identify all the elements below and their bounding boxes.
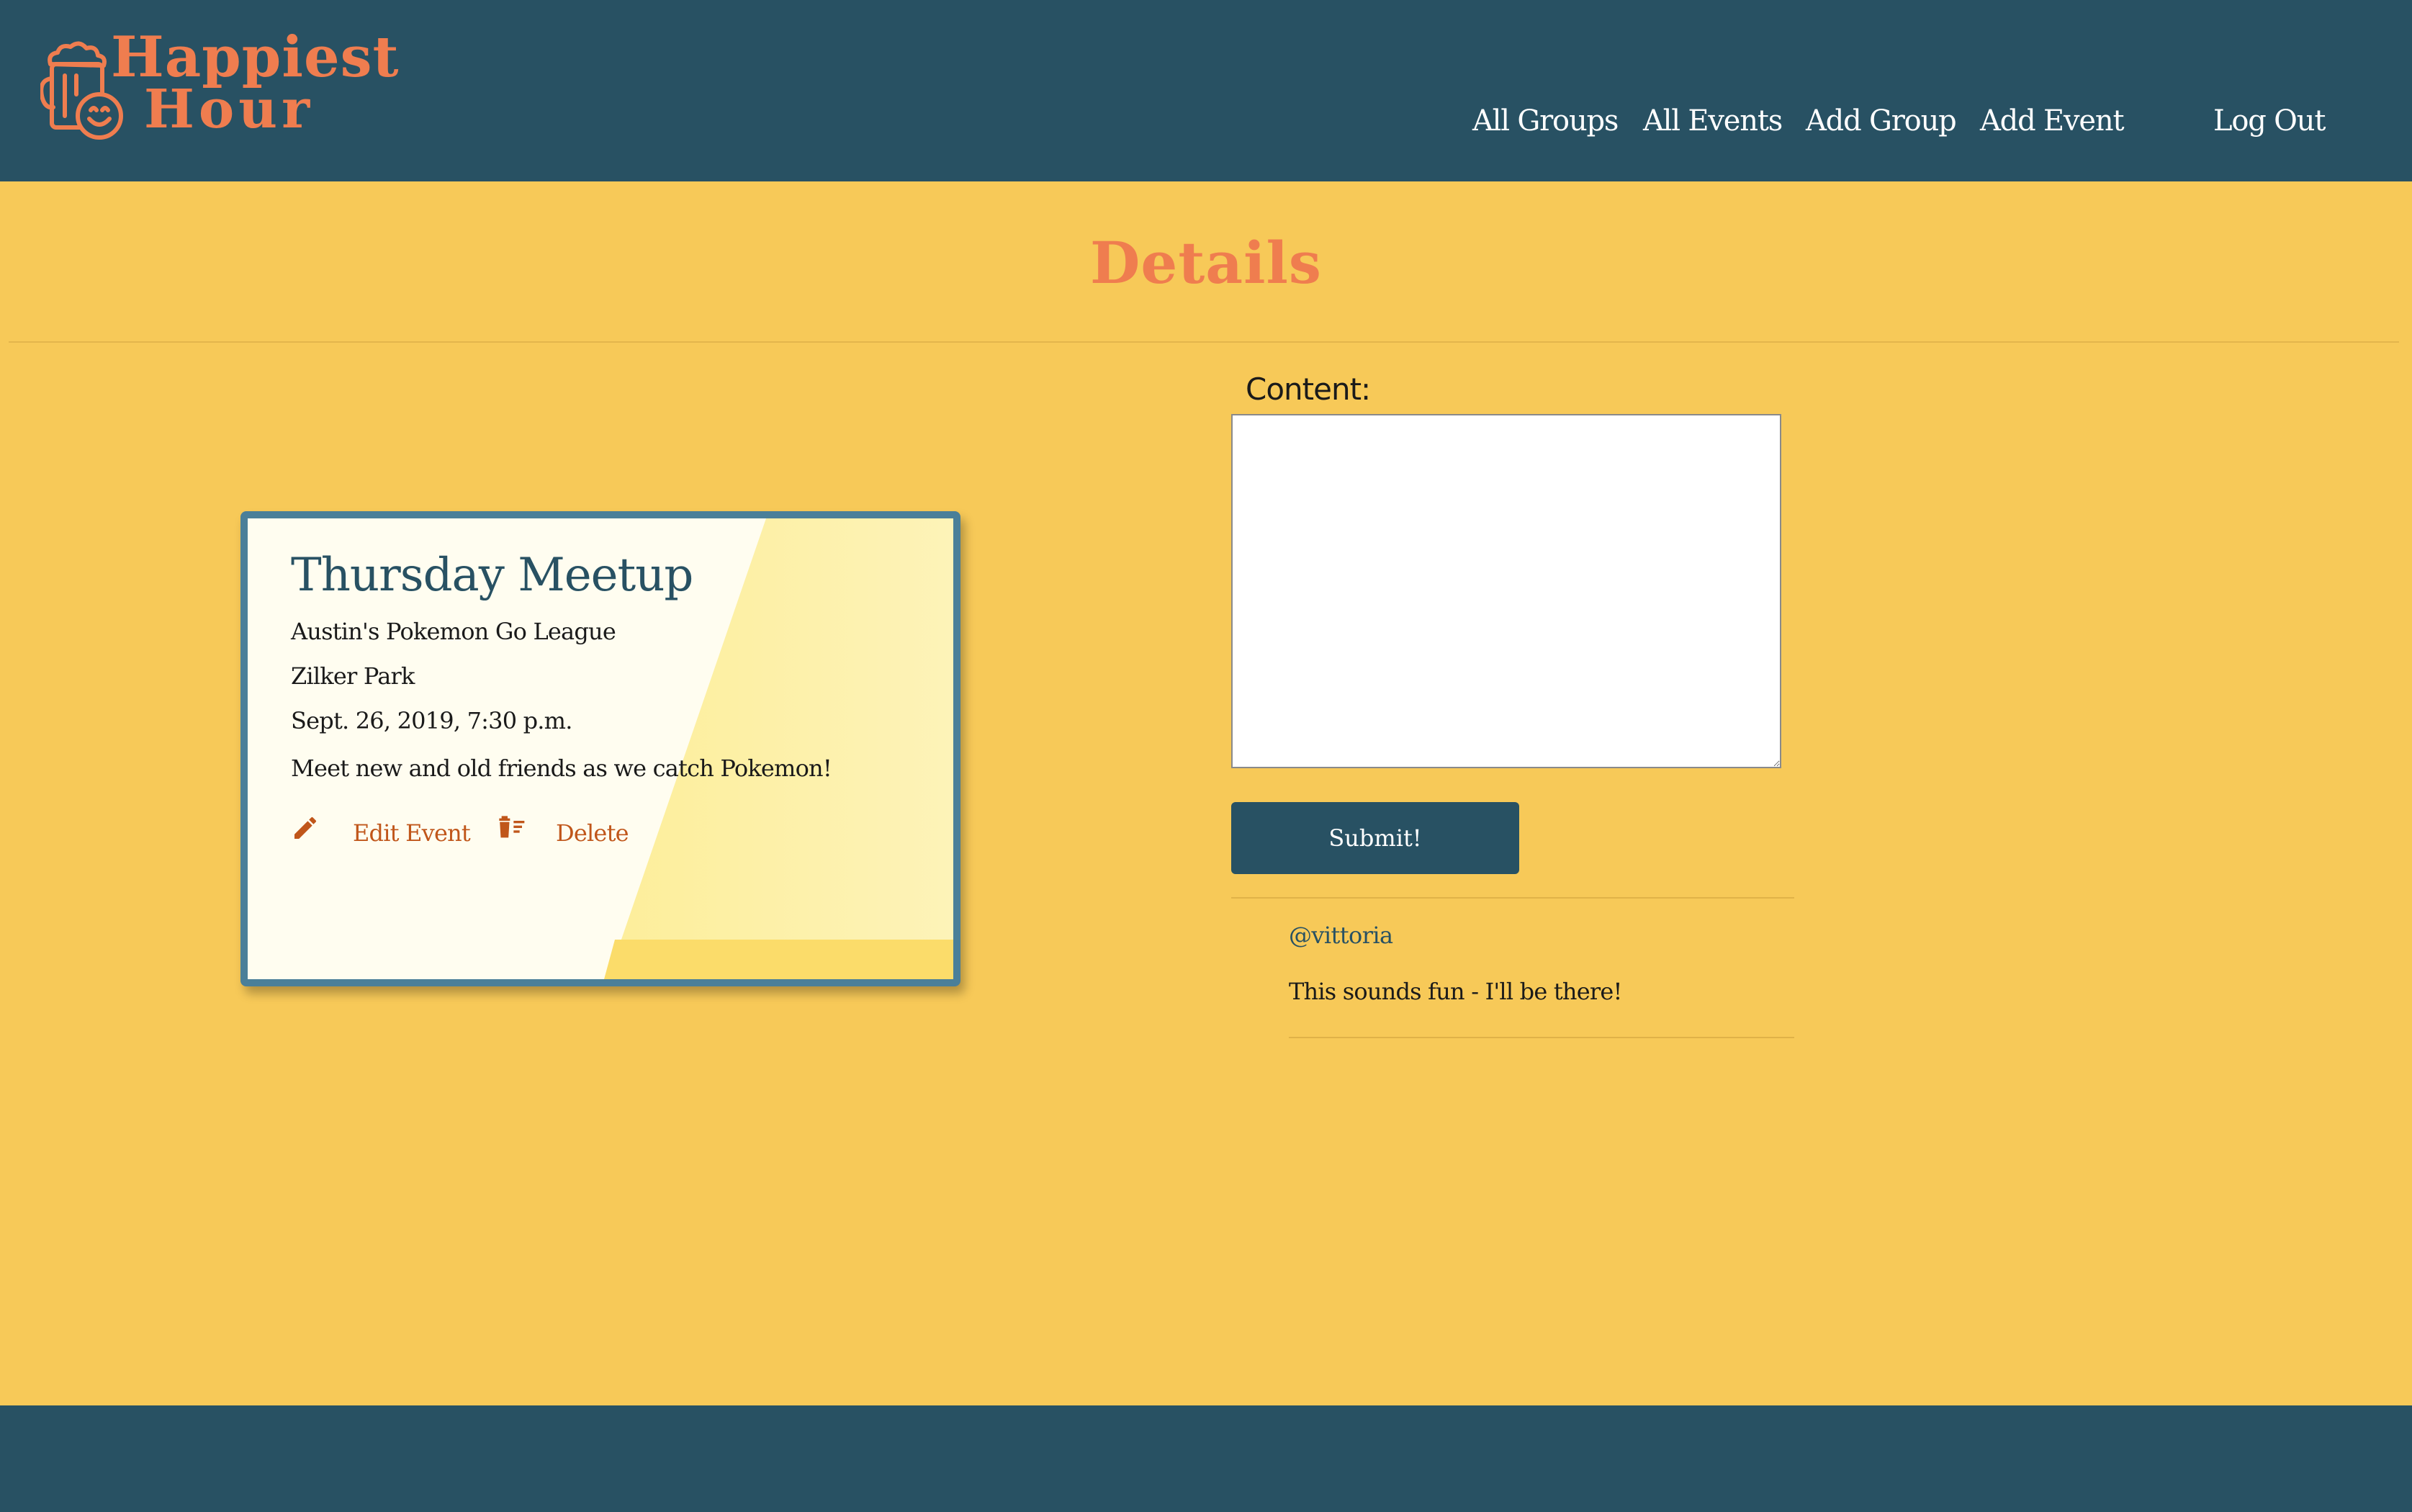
event-card: Thursday Meetup Austin's Pokemon Go Leag… [240,511,960,986]
page-footer [0,1405,2412,1512]
nav-all-events[interactable]: All Events [1643,104,1783,138]
comment-author[interactable]: @vittoria [1289,922,1393,949]
edit-event-button[interactable]: Edit Event [291,814,471,847]
top-header: Happiest Hour All Groups All Events Add … [0,0,2412,181]
brand-line1: Happiest [111,24,400,90]
submit-button[interactable]: Submit! [1231,802,1519,874]
main-nav: All Groups All Events Add Group Add Even… [0,104,2412,148]
pencil-icon [291,814,324,847]
event-datetime: Sept. 26, 2019, 7:30 p.m. [291,707,572,734]
event-location: Zilker Park [291,662,415,690]
content-textarea[interactable] [1231,414,1781,768]
delete-event-label: Delete [556,819,629,847]
comment-bottom-divider [1289,1037,1794,1038]
nav-add-group[interactable]: Add Group [1806,104,1957,138]
trash-icon [495,814,528,847]
event-description: Meet new and old friends as we catch Pok… [291,755,832,782]
event-title: Thursday Meetup [291,549,693,602]
comment-top-divider [1231,897,1794,899]
delete-event-button[interactable]: Delete [495,814,629,847]
title-divider [9,341,2399,343]
event-group[interactable]: Austin's Pokemon Go League [291,618,616,645]
edit-event-label: Edit Event [353,819,471,847]
nav-add-event[interactable]: Add Event [1980,104,2125,138]
page-title: Details [1090,229,1322,297]
nav-log-out[interactable]: Log Out [2213,104,2326,138]
content-label: Content: [1246,372,1371,407]
comment-text: This sounds fun - I'll be there! [1289,978,1622,1005]
nav-all-groups[interactable]: All Groups [1472,104,1619,138]
